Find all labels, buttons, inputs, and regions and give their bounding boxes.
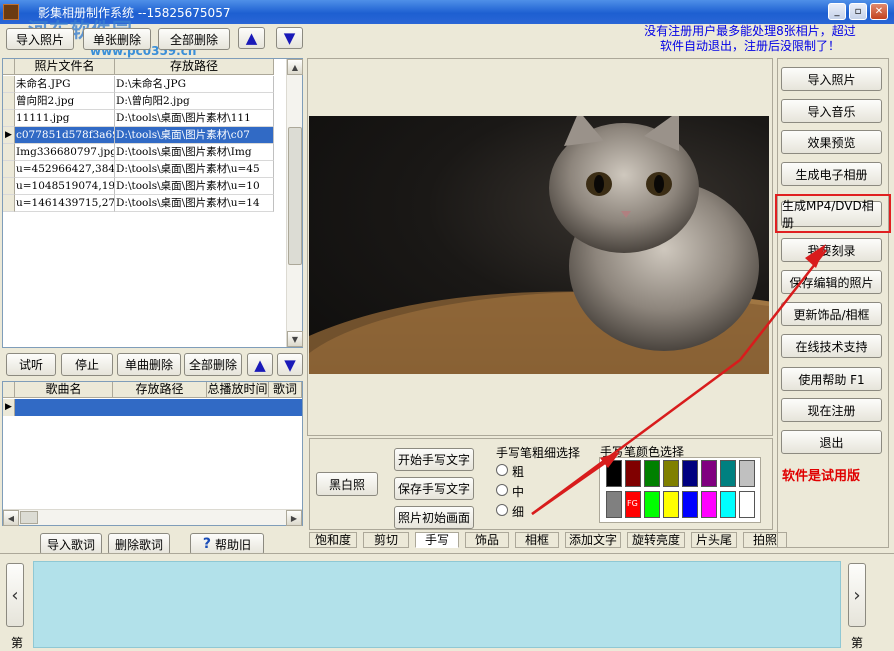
filmstrip-right-label: 第	[851, 636, 864, 650]
filmstrip-left-label: 第	[11, 636, 24, 650]
chevron-left-icon: ‹	[11, 584, 19, 606]
annotation-arrows	[531, 244, 827, 516]
filmstrip-next-button[interactable]: ›	[848, 563, 866, 627]
chevron-right-icon: ›	[853, 584, 861, 606]
filmstrip-area[interactable]	[33, 561, 841, 648]
filmstrip-prev-button[interactable]: ‹	[6, 563, 24, 627]
